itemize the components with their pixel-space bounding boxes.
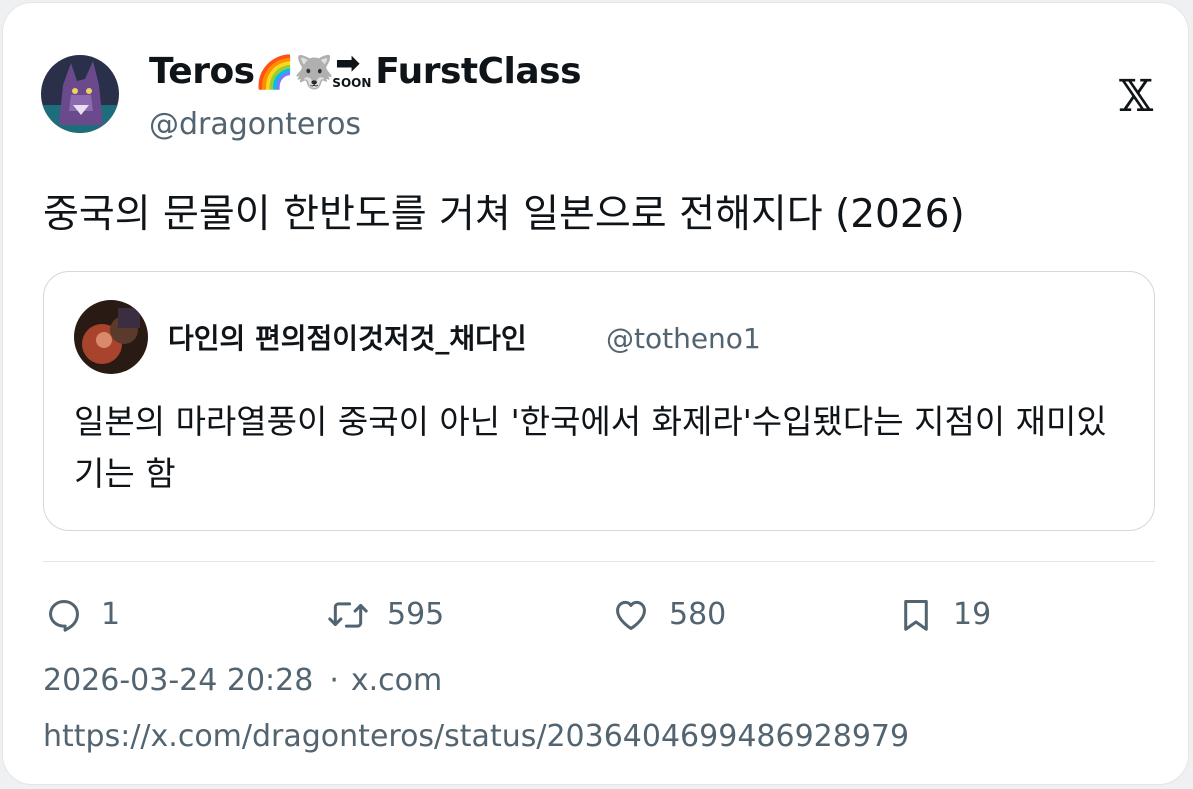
like-icon	[611, 596, 651, 634]
tweet-url[interactable]: https://x.com/dragonteros/status/2036404…	[43, 715, 909, 759]
meta-separator: ·	[329, 663, 339, 698]
reply-count: 1	[101, 597, 121, 632]
like-button[interactable]: 580	[611, 593, 726, 637]
bookmark-count: 19	[953, 597, 992, 632]
source-label: x.com	[350, 663, 443, 698]
retweet-count: 595	[387, 597, 445, 632]
bookmark-button[interactable]: 19	[897, 593, 991, 637]
reply-icon	[45, 596, 83, 634]
author-handle[interactable]: @dragonteros	[149, 105, 361, 145]
quoted-tweet[interactable]: 다인의 편의점이것저것_채다인 @totheno1 일본의 마라열풍이 중국이 …	[43, 271, 1155, 531]
x-logo-icon[interactable]: 𝕏	[1119, 75, 1153, 119]
bookmark-icon	[897, 596, 935, 634]
reply-button[interactable]: 1	[45, 593, 120, 637]
timestamp[interactable]: 2026-03-24 20:28	[43, 663, 313, 698]
quoted-text: 일본의 마라열풍이 중국이 아닌 '한국에서 화제라'수입됐다는 지점이 재미있…	[74, 402, 1107, 493]
display-name-emojis: 🌈🐺	[254, 53, 334, 91]
tweet-meta: 2026-03-24 20:28 · x.com	[43, 659, 442, 703]
tweet-text: 중국의 문물이 한반도를 거쳐 일본으로 전해지다 (2026)	[43, 192, 965, 237]
quoted-display-name[interactable]: 다인의 편의점이것저것_채다인	[168, 320, 527, 358]
author-display-name[interactable]: Teros🌈🐺 ➡ SOON FurstClass	[149, 46, 582, 95]
retweet-icon	[327, 596, 369, 634]
divider	[43, 561, 1155, 562]
author-avatar[interactable]	[41, 55, 119, 133]
display-name-suffix: FurstClass	[375, 51, 582, 92]
display-name-prefix: Teros	[149, 51, 255, 92]
retweet-button[interactable]: 595	[327, 593, 444, 637]
soon-arrow-icon: ➡ SOON	[332, 46, 375, 90]
like-count: 580	[669, 597, 727, 632]
quoted-author-avatar[interactable]	[74, 300, 148, 374]
tweet-card: Teros🌈🐺 ➡ SOON FurstClass @dragonteros 𝕏 중국…	[2, 2, 1189, 785]
quoted-handle[interactable]: @totheno1	[606, 320, 761, 358]
soon-label: SOON	[332, 76, 372, 90]
soon-arrow: ➡	[335, 46, 360, 81]
